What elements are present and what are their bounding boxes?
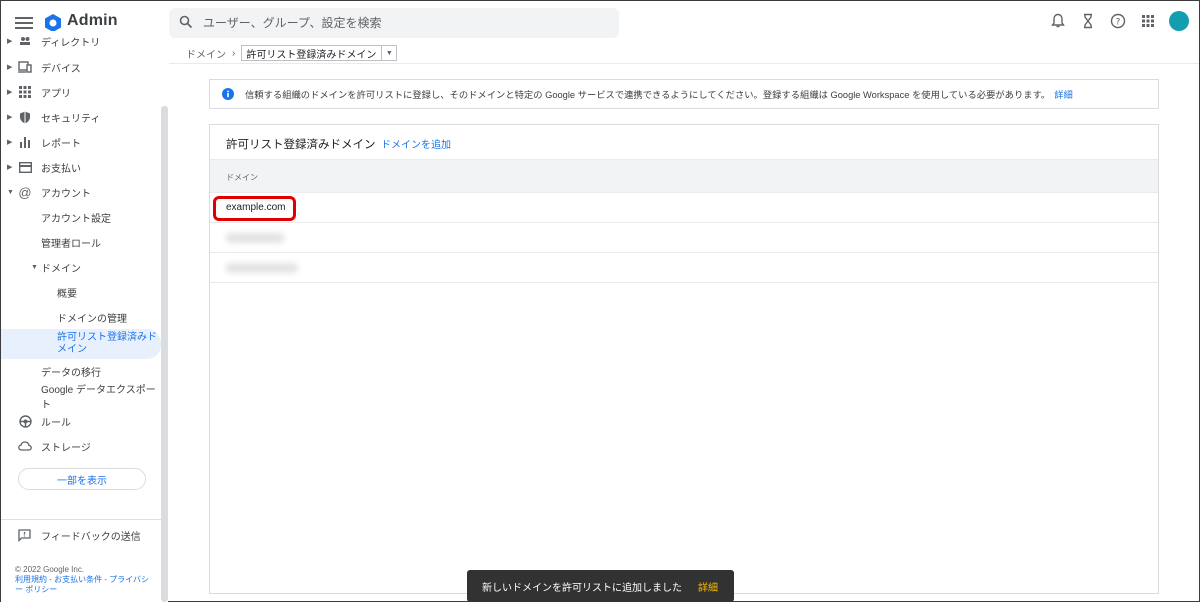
admin-logo[interactable] (43, 13, 63, 33)
sidebar-item-directory[interactable]: ▶ ディレクトリ (1, 31, 161, 53)
copyright-text: © 2022 Google Inc. (15, 565, 85, 574)
hourglass-icon[interactable] (1079, 11, 1097, 31)
card-title: 許可リスト登録済みドメイン (226, 139, 376, 151)
help-icon[interactable]: ? (1109, 11, 1127, 31)
sidebar-item-label: アカウント (41, 188, 91, 200)
sidebar: ▶ ディレクトリ ▶ デバイス ▶ アプリ ▶ セキュリティ ▶ レポート ▶ … (1, 31, 168, 602)
feedback-label: フィードバックの送信 (41, 532, 141, 543)
credit-card-icon (18, 160, 32, 174)
svg-text:?: ? (1116, 18, 1121, 28)
info-text: 信頼する組織のドメインを許可リストに登録し、そのドメインと特定の Google … (245, 90, 1051, 100)
sidebar-item-label: アプリ (41, 88, 71, 100)
expand-arrow-icon[interactable]: ▶ (7, 138, 12, 146)
snackbar: 新しいドメインを許可リストに追加しました 詳細 (467, 570, 734, 602)
sidebar-item-label: セキュリティ (41, 113, 101, 125)
sidebar-item-label: Google データエクスポート (41, 385, 156, 411)
info-details-link[interactable]: 詳細 (1054, 87, 1073, 101)
at-icon: @ (18, 184, 32, 200)
table-row[interactable] (210, 253, 1158, 283)
breadcrumb-current-dropdown[interactable]: 許可リスト登録済みドメイン ▼ (241, 45, 398, 61)
devices-icon (18, 60, 32, 74)
sidebar-item-account-settings[interactable]: アカウント設定 (1, 205, 161, 229)
directory-icon (18, 34, 32, 48)
table-row[interactable] (210, 223, 1158, 253)
expand-arrow-icon[interactable]: ▶ (7, 88, 12, 96)
sidebar-item-label: ルール (41, 417, 71, 429)
sidebar-item-label: ドメインの管理 (57, 313, 127, 325)
sidebar-item-label: 管理者ロール (41, 238, 101, 250)
collapse-arrow-icon[interactable]: ▼ (7, 189, 14, 196)
info-banner: 信頼する組織のドメインを許可リストに登録し、そのドメインと特定の Google … (209, 79, 1159, 109)
allowlisted-domains-card: 許可リスト登録済みドメイン ドメインを追加 ドメイン example.com (209, 124, 1159, 594)
sidebar-item-allowlisted-domains[interactable]: 許可リスト登録済みドメイン (1, 329, 161, 359)
apps-grid-icon (18, 85, 32, 99)
sidebar-item-billing[interactable]: ▶ お支払い (1, 155, 161, 179)
sidebar-item-label: レポート (41, 138, 81, 150)
chevron-down-icon[interactable]: ▼ (381, 46, 396, 60)
sidebar-item-domains[interactable]: ▼ ドメイン (1, 255, 161, 279)
sidebar-item-admin-roles[interactable]: 管理者ロール (1, 230, 161, 254)
sidebar-item-rules[interactable]: ルール (1, 409, 161, 433)
snackbar-details-button[interactable]: 詳細 (698, 579, 718, 594)
menu-icon[interactable] (15, 14, 33, 32)
app-title[interactable]: Admin (67, 12, 118, 30)
search-input[interactable] (203, 8, 603, 38)
apps-icon[interactable] (1139, 11, 1157, 31)
sidebar-item-account[interactable]: ▼ @ アカウント (1, 180, 161, 204)
sidebar-item-label: アカウント設定 (41, 213, 111, 225)
sidebar-item-label: お支払い (41, 163, 81, 175)
feedback-link[interactable]: フィードバックの送信 (18, 528, 141, 543)
sidebar-scrollbar[interactable] (161, 106, 168, 602)
column-header-domain[interactable]: ドメイン (226, 172, 258, 183)
expand-arrow-icon[interactable]: ▶ (7, 63, 12, 71)
expand-arrow-icon[interactable]: ▶ (7, 163, 12, 171)
sidebar-item-security[interactable]: ▶ セキュリティ (1, 105, 161, 129)
top-icons: ? (1049, 11, 1189, 31)
breadcrumb-current: 許可リスト登録済みドメイン (246, 49, 377, 61)
sidebar-item-storage[interactable]: ストレージ (1, 434, 161, 458)
blurred-domain (226, 233, 284, 243)
footer-links[interactable]: 利用規約 - お支払い条件 - プライバシー ポリシー (15, 575, 155, 595)
expand-arrow-icon[interactable]: ▶ (7, 37, 12, 45)
search-bar[interactable] (169, 8, 619, 38)
sidebar-divider (1, 519, 161, 520)
show-less-button[interactable]: 一部を表示 (18, 468, 146, 490)
table-header: ドメイン (210, 159, 1158, 193)
breadcrumb-divider (169, 63, 1199, 64)
avatar[interactable] (1169, 11, 1189, 31)
highlight-box (213, 196, 296, 221)
sidebar-item-apps[interactable]: ▶ アプリ (1, 80, 161, 104)
sidebar-item-label: 概要 (57, 288, 77, 300)
sidebar-item-label: ディレクトリ (41, 37, 101, 49)
top-bar: Admin ? (1, 1, 1199, 45)
sidebar-item-label: 許可リスト登録済みドメイン (57, 332, 157, 355)
sidebar-item-label: データの移行 (41, 367, 101, 379)
feedback-icon (18, 529, 31, 542)
sidebar-item-label: ドメイン (41, 263, 81, 275)
bell-icon[interactable] (1049, 11, 1067, 31)
sidebar-item-devices[interactable]: ▶ デバイス (1, 55, 161, 79)
expand-arrow-icon[interactable]: ▶ (7, 113, 12, 121)
shield-icon (18, 110, 32, 124)
search-icon[interactable] (179, 15, 193, 29)
snackbar-message: 新しいドメインを許可リストに追加しました (482, 582, 682, 594)
cloud-icon (18, 439, 32, 453)
rules-icon (18, 414, 32, 428)
table-row[interactable]: example.com (210, 193, 1158, 223)
sidebar-item-label: ストレージ (41, 442, 91, 454)
breadcrumb: ドメイン › 許可リスト登録済みドメイン ▼ (186, 45, 398, 61)
sidebar-item-manage-domains[interactable]: ドメインの管理 (1, 305, 161, 329)
sidebar-item-overview[interactable]: 概要 (1, 280, 161, 304)
bar-chart-icon (18, 135, 32, 149)
sidebar-item-data-export[interactable]: Google データエクスポート (1, 384, 161, 411)
sidebar-item-data-migration[interactable]: データの移行 (1, 359, 161, 383)
blurred-domain (226, 263, 298, 273)
collapse-arrow-icon[interactable]: ▼ (31, 264, 38, 271)
breadcrumb-separator: › (232, 47, 236, 59)
sidebar-item-label: デバイス (41, 63, 81, 75)
info-icon (222, 88, 234, 100)
sidebar-item-reports[interactable]: ▶ レポート (1, 130, 161, 154)
add-domain-link[interactable]: ドメインを追加 (381, 136, 451, 151)
breadcrumb-parent[interactable]: ドメイン (186, 46, 226, 61)
